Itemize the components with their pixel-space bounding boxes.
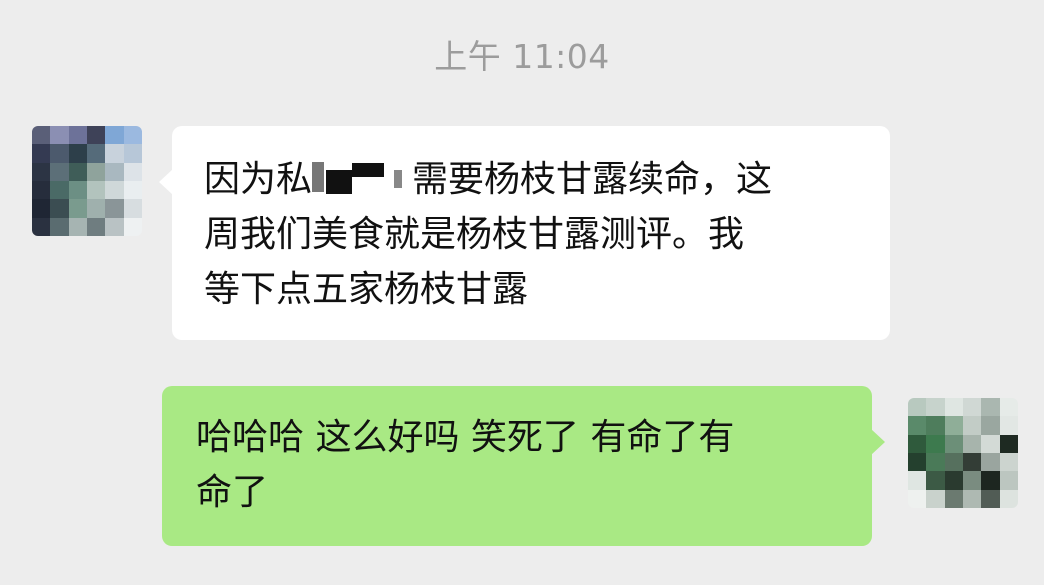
avatar-mosaic-tile (87, 144, 106, 163)
avatar-mosaic-tile (105, 181, 124, 200)
avatar-mosaic-tile (999, 434, 1018, 453)
avatar-mosaic-tile (105, 162, 124, 181)
avatar-mosaic-tile (105, 217, 124, 236)
avatar-mosaic-tile (908, 434, 927, 453)
incoming-text-before-redaction: 因为私 (204, 159, 313, 200)
avatar-mosaic-tile (981, 398, 1000, 417)
avatar-mosaic-tile (963, 398, 982, 417)
avatar-mosaic-tile (999, 489, 1018, 508)
avatar-mosaic-tile (68, 162, 87, 181)
avatar-mosaic-tile (908, 471, 927, 490)
message-timestamp: 上午 11:04 (434, 37, 610, 76)
avatar-mosaic-tile (944, 453, 963, 472)
avatar-mosaic-tile (123, 144, 142, 163)
avatar-mosaic-tile (32, 199, 51, 218)
avatar-mosaic-tile (908, 489, 927, 508)
avatar-mosaic-tile (32, 144, 51, 163)
contact-avatar[interactable] (32, 126, 142, 236)
avatar-mosaic-tile (123, 181, 142, 200)
avatar-mosaic-tile (87, 126, 106, 145)
avatar-mosaic-tile (944, 398, 963, 417)
avatar-mosaic-tile (68, 217, 87, 236)
self-avatar[interactable] (908, 398, 1018, 508)
incoming-message-bubble[interactable]: 因为私 需要杨枝甘露续命，这 周我们美食就是杨枝甘露测评。我 等下点五家杨枝甘露 (159, 126, 890, 340)
outgoing-message-line-2: 命了 (196, 472, 269, 513)
avatar-mosaic-tile (999, 471, 1018, 490)
avatar-mosaic-tile (963, 416, 982, 435)
avatar-mosaic-tile (87, 162, 106, 181)
avatar-mosaic-tile (963, 471, 982, 490)
avatar-mosaic-tile (926, 489, 945, 508)
avatar-mosaic-tile (908, 416, 927, 435)
avatar-mosaic-tile (926, 453, 945, 472)
avatar-mosaic-tile (32, 217, 51, 236)
avatar-mosaic-tile (123, 199, 142, 218)
avatar-mosaic-tile (105, 126, 124, 145)
incoming-message-line-3: 等下点五家杨枝甘露 (204, 269, 529, 310)
avatar-mosaic-tile (105, 144, 124, 163)
avatar-mosaic-tile (944, 489, 963, 508)
avatar-mosaic-tile (944, 471, 963, 490)
avatar-mosaic-tile (123, 162, 142, 181)
avatar-mosaic-tile (32, 126, 51, 145)
outgoing-message-bubble[interactable]: 哈哈哈 这么好吗 笑死了 有命了有 命了 (162, 386, 885, 546)
avatar-mosaic-tile (999, 453, 1018, 472)
incoming-text-after-redaction: 需要杨枝甘露续命，这 (412, 159, 773, 200)
avatar-mosaic-tile (944, 434, 963, 453)
avatar-mosaic-tile (87, 217, 106, 236)
avatar-mosaic-tile (50, 199, 69, 218)
avatar-mosaic-tile (32, 181, 51, 200)
avatar-mosaic-tile (981, 453, 1000, 472)
avatar-mosaic-tile (50, 181, 69, 200)
avatar-mosaic-tile (105, 199, 124, 218)
avatar-mosaic-tile (926, 398, 945, 417)
avatar-mosaic-tile (908, 453, 927, 472)
avatar-mosaic-tile (926, 471, 945, 490)
avatar-mosaic-tile (123, 217, 142, 236)
avatar-mosaic-tile (981, 434, 1000, 453)
avatar-mosaic-tile (908, 398, 927, 417)
avatar-mosaic-tile (926, 416, 945, 435)
avatar-mosaic-tile (926, 434, 945, 453)
incoming-message-line-1: 因为私 需要杨枝甘露续命，这 (204, 152, 860, 207)
avatar-mosaic-tile (50, 144, 69, 163)
avatar-mosaic-tile (981, 489, 1000, 508)
avatar-mosaic-tile (32, 162, 51, 181)
avatar-mosaic-tile (981, 416, 1000, 435)
avatar-mosaic-tile (981, 471, 1000, 490)
avatar-mosaic-tile (999, 416, 1018, 435)
redacted-text-mark (312, 160, 412, 196)
avatar-mosaic-tile (87, 199, 106, 218)
avatar-mosaic-tile (944, 416, 963, 435)
avatar-mosaic-tile (68, 144, 87, 163)
avatar-mosaic-tile (50, 126, 69, 145)
avatar-mosaic-tile (963, 489, 982, 508)
avatar-mosaic-tile (50, 162, 69, 181)
avatar-mosaic-tile (68, 199, 87, 218)
incoming-message-line-2: 周我们美食就是杨枝甘露测评。我 (204, 214, 745, 255)
avatar-mosaic-tile (963, 434, 982, 453)
avatar-mosaic-tile (68, 126, 87, 145)
avatar-mosaic-tile (68, 181, 87, 200)
avatar-mosaic-tile (50, 217, 69, 236)
avatar-mosaic-tile (87, 181, 106, 200)
avatar-mosaic-tile (123, 126, 142, 145)
outgoing-message-line-1: 哈哈哈 这么好吗 笑死了 有命了有 (196, 417, 735, 458)
avatar-mosaic-tile (999, 398, 1018, 417)
avatar-mosaic-tile (963, 453, 982, 472)
